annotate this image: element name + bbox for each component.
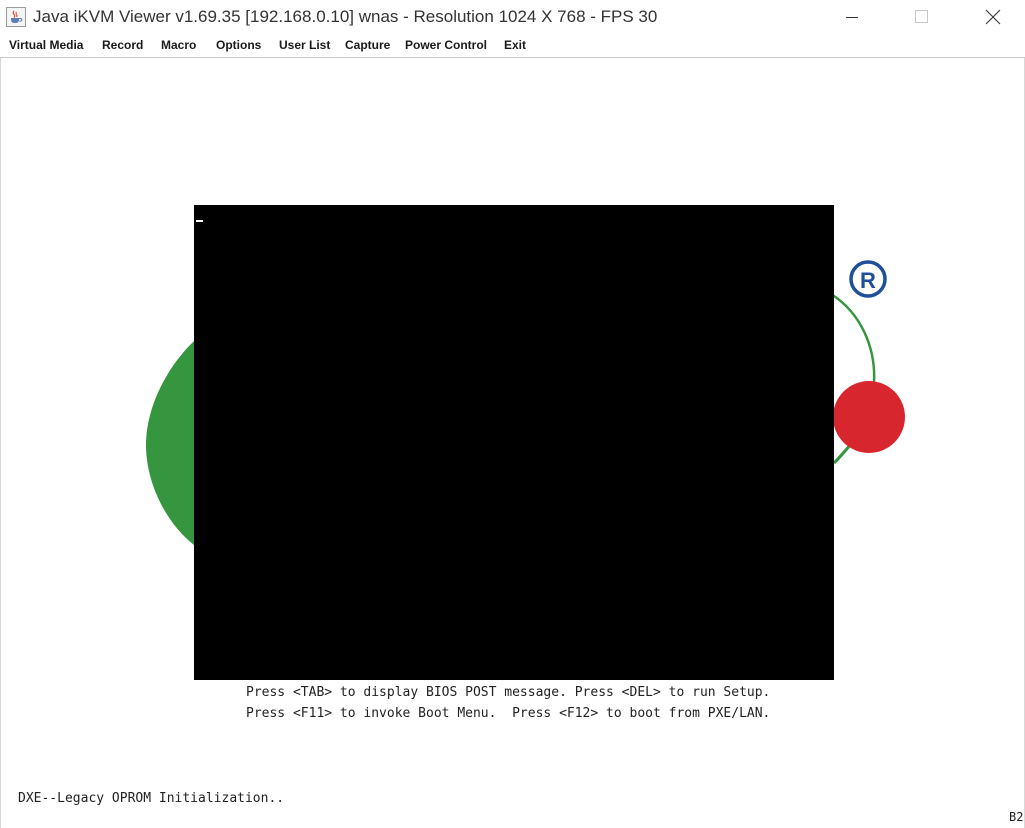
menu-record[interactable]: Record bbox=[102, 38, 143, 52]
menu-options[interactable]: Options bbox=[216, 38, 261, 52]
kvm-viewer-window: Java iKVM Viewer v1.69.35 [192.168.0.10]… bbox=[0, 0, 1025, 828]
post-message-boot: Press <F11> to invoke Boot Menu. Press <… bbox=[246, 706, 771, 721]
menu-bar: Virtual Media Record Macro Options User … bbox=[0, 35, 1025, 58]
menu-virtual-media[interactable]: Virtual Media bbox=[9, 38, 83, 52]
minimize-icon bbox=[846, 17, 858, 18]
post-status-text: DXE--Legacy OPROM Initialization.. bbox=[18, 791, 285, 806]
menu-capture[interactable]: Capture bbox=[345, 38, 390, 52]
video-overlay-box bbox=[194, 205, 834, 680]
text-cursor bbox=[196, 220, 203, 222]
maximize-icon bbox=[915, 10, 928, 23]
maximize-button[interactable] bbox=[898, 0, 944, 34]
close-icon bbox=[985, 9, 1001, 25]
logo-orbit-upper bbox=[830, 292, 876, 384]
logo-green-arc bbox=[146, 341, 194, 545]
minimize-button[interactable] bbox=[829, 0, 875, 34]
post-message-setup: Press <TAB> to display BIOS POST message… bbox=[246, 685, 771, 700]
menu-user-list[interactable]: User List bbox=[279, 38, 330, 52]
window-title: Java iKVM Viewer v1.69.35 [192.168.0.10]… bbox=[33, 7, 658, 26]
logo-red-dot bbox=[833, 381, 905, 453]
menu-power-control[interactable]: Power Control bbox=[405, 38, 487, 52]
close-button[interactable] bbox=[969, 0, 1015, 34]
menu-exit[interactable]: Exit bbox=[504, 38, 526, 52]
menu-macro[interactable]: Macro bbox=[161, 38, 196, 52]
post-code: B2 bbox=[1009, 810, 1024, 824]
remote-screen[interactable]: R Press <TAB> to display BIOS POST messa… bbox=[0, 58, 1025, 828]
title-bar[interactable]: Java iKVM Viewer v1.69.35 [192.168.0.10]… bbox=[0, 0, 1025, 35]
java-coffee-cup-icon bbox=[6, 7, 26, 27]
logo-orbit-lower bbox=[832, 443, 853, 465]
registered-mark-letter: R bbox=[860, 268, 876, 293]
